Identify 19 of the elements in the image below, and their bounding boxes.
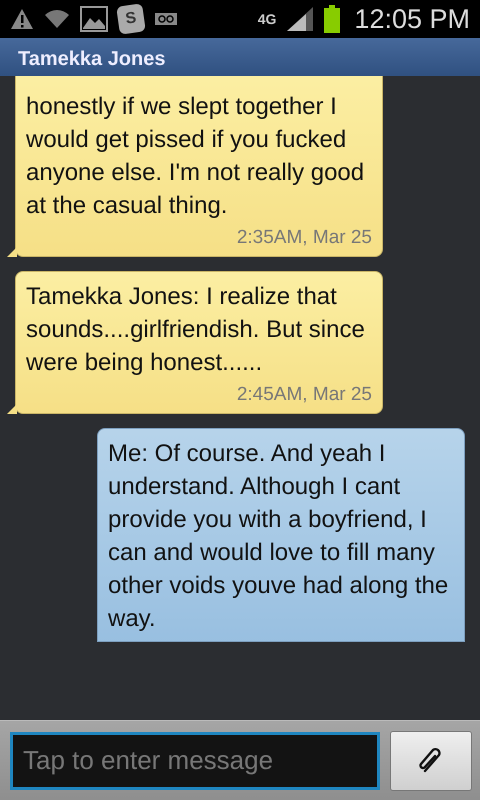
battery-icon (324, 5, 340, 33)
message-text: Tamekka Jones: I realize that sounds....girlfriendish. But since were being honest...... (26, 282, 366, 378)
app-icon: S (116, 3, 146, 35)
message-timestamp: 2:45AM, Mar 25 (236, 383, 372, 407)
message-timestamp: 2:35AM, Mar 25 (236, 226, 372, 250)
contact-name: Tamekka Jones (18, 48, 166, 70)
clock: 12:05 PM (354, 2, 470, 36)
network-type: 4G (258, 13, 276, 25)
picture-icon (80, 6, 108, 32)
attach-button[interactable] (390, 730, 472, 790)
message-input[interactable]: Tap to enter message (10, 732, 380, 790)
signal-icon (286, 6, 314, 32)
bubble-tail (7, 404, 17, 414)
voicemail-icon (154, 12, 178, 26)
message-text: Me: Of course. And yeah I understand. Although I cant provide you with a boyfriend, I can and would love to fill many other voids youve had along the way. (108, 439, 450, 634)
warning-icon (10, 8, 34, 30)
wifi-icon (44, 9, 70, 29)
bubble-tail (7, 247, 17, 257)
message-text: honestly if we slept together I would get pissed if you fucked anyone else. I'm not really good at the casual thing. (26, 92, 366, 221)
